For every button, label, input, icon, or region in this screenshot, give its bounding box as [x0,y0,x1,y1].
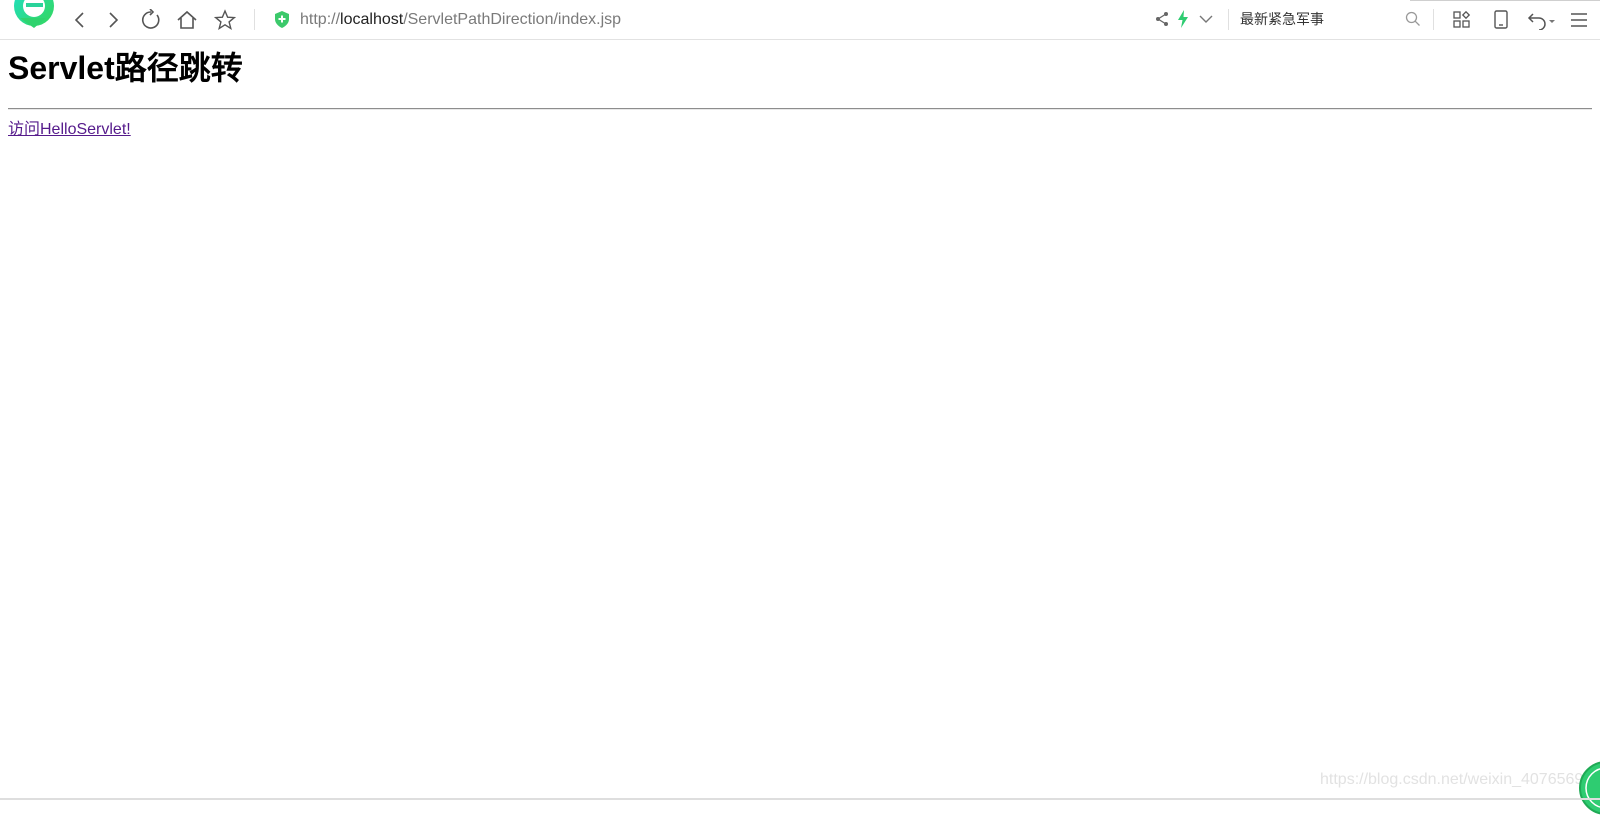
refresh-button[interactable] [137,6,165,34]
page-title: Servlet路径跳转 [8,50,243,86]
tablet-icon [1494,10,1508,29]
back-button[interactable] [66,6,94,34]
hamburger-menu-icon [1571,13,1587,27]
apps-button[interactable] [1451,9,1473,31]
back-arrow-icon [74,12,84,28]
watermark-text: https://blog.csdn.net/weixin_40765698 [1320,771,1593,788]
home-icon [177,10,197,29]
browser-logo-icon[interactable] [10,0,58,32]
address-bar[interactable]: http://localhost/ServletPathDirection/in… [300,9,621,31]
url-host: localhost [340,11,404,28]
menu-button[interactable] [1568,9,1590,31]
refresh-icon [141,9,160,29]
share-icon[interactable] [1154,11,1170,27]
toolbar-separator [1433,9,1434,30]
floating-badge-icon[interactable] [1578,760,1600,816]
forward-arrow-icon [109,12,119,28]
home-button[interactable] [173,6,201,34]
browser-toolbar: http://localhost/ServletPathDirection/in… [0,0,1600,40]
star-icon [214,9,236,31]
shield-icon[interactable] [274,11,290,28]
undo-icon [1527,13,1555,30]
hello-servlet-link[interactable]: 访问HelloServlet! [8,119,131,141]
apps-grid-icon [1453,11,1471,28]
horizontal-rule [8,108,1592,110]
search-icon[interactable] [1405,11,1421,27]
url-scheme: http:// [300,11,341,28]
url-path: /ServletPathDirection/index.jsp [403,11,622,28]
forward-button[interactable] [99,6,127,34]
chevron-down-icon[interactable] [1199,13,1213,25]
toolbar-separator [254,9,255,30]
undo-button[interactable] [1527,9,1557,31]
tablet-mode-button[interactable] [1490,9,1512,31]
toolbar-top-border [1410,0,1600,1]
favorite-button[interactable] [211,6,239,34]
news-search-box[interactable]: 最新紧急军事 [1240,9,1324,31]
toolbar-separator [1228,9,1229,30]
lightning-icon[interactable] [1177,10,1189,28]
